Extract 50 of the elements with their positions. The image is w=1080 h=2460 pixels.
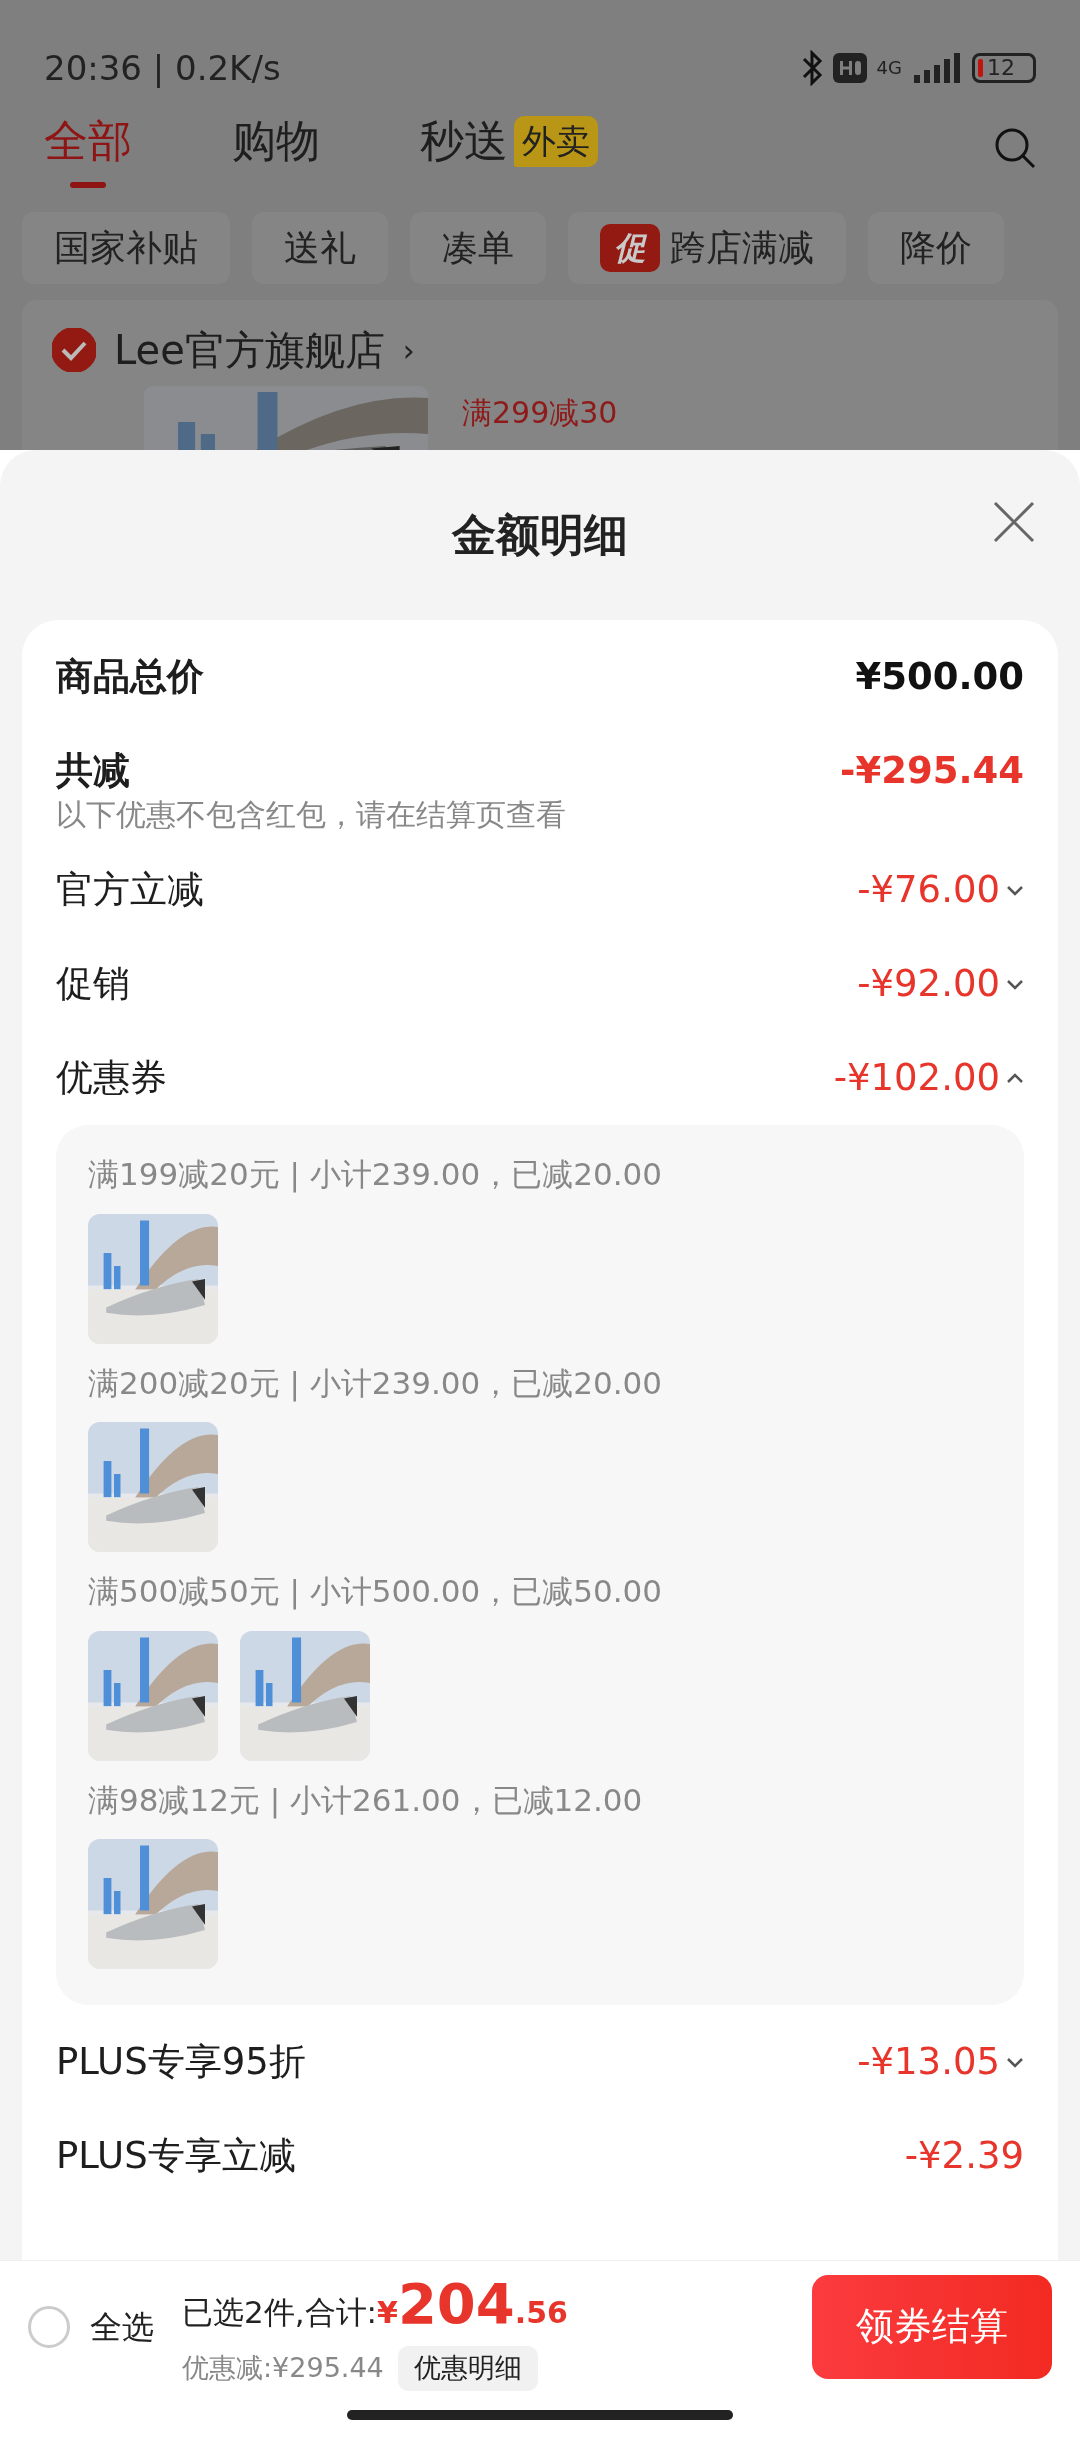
filter-chip[interactable]: 降价 xyxy=(868,212,1004,284)
search-icon[interactable] xyxy=(994,127,1036,169)
tab[interactable]: 购物 xyxy=(232,108,320,188)
checkbox[interactable] xyxy=(52,328,96,372)
radio-button[interactable] xyxy=(28,2305,70,2348)
select-all-label[interactable]: 全选 xyxy=(90,2302,154,2351)
row-amount: -¥76.00 xyxy=(857,867,1000,914)
coupon-text: 满199减20元 | 小计239.00，已减20.00 xyxy=(88,1155,663,1195)
row-amount: -¥13.05 xyxy=(857,2039,1000,2086)
bluetooth-icon xyxy=(800,50,823,86)
row-label: 商品总价 xyxy=(56,654,204,701)
close-button[interactable] xyxy=(992,500,1036,544)
summary-text: 已选2件,合计: xyxy=(182,2293,378,2333)
chevron-icon: › xyxy=(402,327,415,373)
status-time: 20:36 | 0.2K/s xyxy=(44,46,281,90)
row-amount: -¥295.44 xyxy=(840,748,1024,795)
filter-chip[interactable]: 凑单 xyxy=(410,212,546,284)
note-text: 以下优惠不包含红包，请在结算页查看 xyxy=(56,796,567,834)
total-price: ¥204.56 xyxy=(377,2270,568,2339)
tab[interactable]: 全部 xyxy=(44,108,132,188)
row-label: PLUS专享95折 xyxy=(56,2039,306,2086)
coupon-text: 满98减12元 | 小计261.00，已减12.00 xyxy=(88,1780,644,1821)
row-label: 优惠券 xyxy=(56,1055,167,1102)
sheet-title: 金额明细 xyxy=(452,508,628,562)
hd-icon xyxy=(832,53,867,83)
row-label: 共减 xyxy=(56,748,130,795)
row-amount: ¥500.00 xyxy=(855,654,1024,701)
row-label: PLUS专享立减 xyxy=(56,2133,296,2180)
promo-tag: 促 xyxy=(600,224,660,272)
coupon-text: 满200减20元 | 小计239.00，已减20.00 xyxy=(88,1363,663,1404)
tab[interactable]: 秒送 外卖 xyxy=(420,108,598,188)
filter-chip[interactable]: 促 跨店满减 xyxy=(568,212,846,284)
filter-chip[interactable]: 国家补贴 xyxy=(22,212,230,284)
chip-label: 跨店满减 xyxy=(670,226,814,270)
store-link[interactable]: Lee官方旗舰店 xyxy=(114,320,385,380)
signal-icon xyxy=(912,53,962,83)
network-label: 4G xyxy=(876,59,902,77)
promo-text: 满299减30 xyxy=(462,394,618,432)
coupon-text: 满500减50元 | 小计500.00，已减50.00 xyxy=(88,1572,663,1612)
filter-chip[interactable]: 送礼 xyxy=(252,212,388,284)
row-amount: -¥2.39 xyxy=(904,2133,1024,2180)
detail-button[interactable]: 优惠明细 xyxy=(397,2346,538,2391)
battery-indicator: 12 xyxy=(972,53,1036,83)
delivery-tag: 外卖 xyxy=(514,115,598,167)
row-amount: -¥92.00 xyxy=(857,961,1000,1008)
saving-text: 优惠减:¥295.44 xyxy=(182,2351,384,2386)
row-label: 促销 xyxy=(56,961,130,1008)
checkout-button[interactable]: 领券结算 xyxy=(812,2274,1052,2379)
row-amount: -¥102.00 xyxy=(833,1055,1000,1102)
row-label: 官方立减 xyxy=(56,867,204,914)
